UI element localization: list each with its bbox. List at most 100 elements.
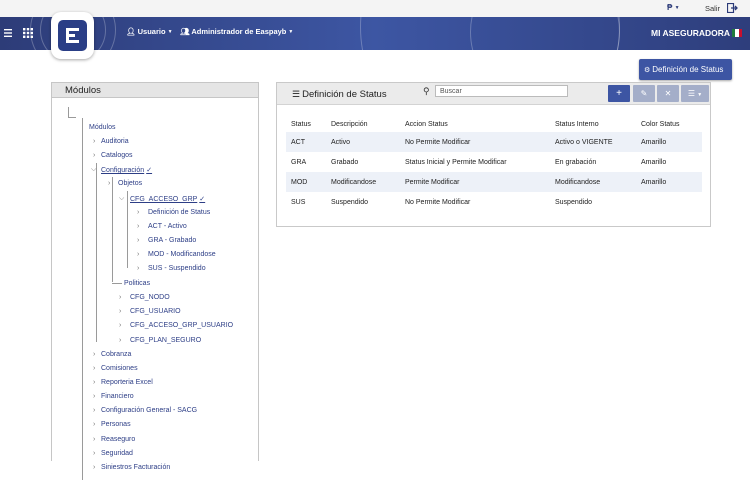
chevron-right-icon[interactable]: › xyxy=(137,265,139,272)
tree-node-personas[interactable]: Personas xyxy=(101,421,131,428)
edit-button[interactable]: ✎ xyxy=(633,85,655,102)
tree-node-financiero[interactable]: Financiero xyxy=(101,393,134,400)
modules-tree-panel: Módulos Módulos › Auditoria › Catalogos … xyxy=(51,82,259,480)
chevron-right-icon[interactable]: › xyxy=(93,436,95,443)
tree-node-modulos-root[interactable]: Módulos xyxy=(89,124,115,131)
tree-node-catalogos[interactable]: Catalogos xyxy=(101,152,133,159)
tree-node-reporteria-excel[interactable]: Reporteria Excel xyxy=(101,379,153,386)
language-label: ₱ xyxy=(667,3,673,12)
search-icon[interactable]: ⚲ xyxy=(423,86,430,97)
table-row[interactable]: GRA Grabado Status Inicial y Permite Mod… xyxy=(286,152,702,172)
tree-node-definicion-status[interactable]: Definición de Status xyxy=(148,209,210,216)
tree-line xyxy=(96,163,97,342)
table-cell: Suspendido xyxy=(555,198,592,206)
search-box: ⚲ xyxy=(420,85,568,99)
definicion-status-button[interactable]: ⚙ Definición de Status xyxy=(639,59,732,80)
status-table: Status Descripción Accion Status Status … xyxy=(286,117,702,212)
apps-grid-icon[interactable] xyxy=(23,28,33,38)
chevron-right-icon[interactable]: › xyxy=(119,337,121,344)
chevron-right-icon[interactable]: › xyxy=(119,322,121,329)
tree-line xyxy=(82,118,83,480)
table-cell: No Permite Modificar xyxy=(405,198,471,206)
chevron-right-icon[interactable]: › xyxy=(137,237,139,244)
tree-node-cobranza[interactable]: Cobranza xyxy=(101,351,131,358)
tree-node-sus-suspendido[interactable]: SUS - Suspendido xyxy=(148,265,206,272)
tree-node-cfg-acceso-grp-usuario[interactable]: CFG_ACCESO_GRP_USUARIO xyxy=(130,322,233,329)
user-menu[interactable]: 👤︎ Usuario ▼ xyxy=(126,27,173,36)
chevron-right-icon[interactable]: › xyxy=(119,308,121,315)
chevron-right-icon[interactable]: › xyxy=(93,421,95,428)
table-cell: Amarillo xyxy=(636,172,702,192)
more-options-button[interactable]: ☰ ▼ xyxy=(681,85,709,102)
tree-node-act-activo[interactable]: ACT - Activo xyxy=(148,223,187,230)
tree-node-cfg-acceso-grp[interactable]: CFG_ACCESO_GRP ✓ xyxy=(130,195,205,203)
salir-link[interactable]: Salir xyxy=(705,4,720,13)
table-cell: Suspendido xyxy=(331,198,368,206)
chevron-right-icon[interactable]: › xyxy=(137,209,139,216)
column-header-descripcion[interactable]: Descripción xyxy=(326,117,400,132)
table-cell: ACT xyxy=(286,132,326,152)
chevron-right-icon[interactable]: › xyxy=(119,294,121,301)
chevron-right-icon[interactable]: › xyxy=(93,393,95,400)
column-header-status[interactable]: Status xyxy=(286,117,326,132)
chevron-right-icon[interactable]: › xyxy=(93,379,95,386)
chevron-right-icon[interactable]: › xyxy=(93,365,95,372)
app-logo[interactable] xyxy=(51,12,94,59)
table-row[interactable]: SUS Suspendido No Permite Modificar Susp… xyxy=(286,192,702,212)
tree-node-siniestros-facturacion[interactable]: Siniestros Facturación xyxy=(101,464,170,471)
tree-node-cfg-plan-seguro[interactable]: CFG_PLAN_SEGURO xyxy=(130,337,201,344)
table-cell: Status Inicial y Permite Modificar xyxy=(405,158,507,166)
admin-menu[interactable]: 👥︎ Administrador de Easpayb ▼ xyxy=(180,27,293,36)
table-cell xyxy=(636,192,702,212)
chevron-right-icon[interactable]: › xyxy=(137,223,139,230)
table-cell: Modificandose xyxy=(326,172,400,192)
chevron-right-icon[interactable]: › xyxy=(108,180,110,187)
table-cell: MOD xyxy=(286,172,326,192)
column-header-accion-status[interactable]: Accion Status xyxy=(400,117,550,132)
admin-menu-label: Administrador de Easpayb xyxy=(191,27,287,36)
pencil-icon: ✎ xyxy=(640,89,648,98)
tree-node-cfg-usuario[interactable]: CFG_USUARIO xyxy=(130,308,181,315)
tree-node-auditoria[interactable]: Auditoria xyxy=(101,138,129,145)
chevron-right-icon[interactable]: › xyxy=(137,251,139,258)
tree-node-reaseguro[interactable]: Reaseguro xyxy=(101,436,135,443)
tree-node-configuracion-general-sacg[interactable]: Configuración General - SACG xyxy=(101,407,197,414)
table-cell: Permite Modificar xyxy=(400,172,550,192)
column-header-status-interno[interactable]: Status Interno xyxy=(550,117,636,132)
chevron-down-icon: ▼ xyxy=(697,92,703,98)
status-panel-title: ☰ Definición de Status xyxy=(292,89,387,100)
tree-node-configuracion[interactable]: Configuración ✓ xyxy=(101,166,152,174)
close-icon: ✕ xyxy=(664,89,672,98)
chevron-right-icon[interactable]: › xyxy=(93,351,95,358)
plus-icon: + xyxy=(616,88,622,99)
add-button[interactable]: + xyxy=(608,85,630,102)
language-selector[interactable]: ₱ ▼ xyxy=(667,3,680,12)
tree-line xyxy=(112,283,122,284)
delete-button[interactable]: ✕ xyxy=(657,85,679,102)
tree-node-objetos[interactable]: Objetos xyxy=(118,180,142,187)
chevron-right-icon[interactable]: › xyxy=(93,464,95,471)
chevron-down-icon[interactable]: ⌵ xyxy=(91,166,96,174)
chevron-down-icon[interactable]: ⌵ xyxy=(119,195,124,203)
mexico-flag-icon[interactable] xyxy=(732,29,742,37)
hamburger-menu-icon[interactable] xyxy=(4,29,12,37)
chevron-right-icon[interactable]: › xyxy=(93,152,95,159)
chevron-right-icon[interactable]: › xyxy=(93,450,95,457)
chevron-right-icon[interactable]: › xyxy=(93,138,95,145)
menu-icon: ☰ xyxy=(687,89,695,98)
tree-node-mod-modificandose[interactable]: MOD - Modificandose xyxy=(148,251,216,258)
chevron-right-icon[interactable]: › xyxy=(93,407,95,414)
tree-node-cfg-nodo[interactable]: CFG_NODO xyxy=(130,294,170,301)
column-header-color-status[interactable]: Color Status xyxy=(636,117,702,132)
table-row[interactable]: ACT Activo No Permite Modificar Activo o… xyxy=(286,132,702,152)
tree-node-gra-grabado[interactable]: GRA - Grabado xyxy=(148,237,196,244)
tree-node-politicas[interactable]: Politicas xyxy=(124,280,150,287)
tree-node-seguridad[interactable]: Seguridad xyxy=(101,450,133,457)
table-row[interactable]: MOD Modificandose Permite Modificar Modi… xyxy=(286,172,702,192)
modules-tree-title: Módulos xyxy=(52,83,258,98)
tree-node-comisiones[interactable]: Comisiones xyxy=(101,365,138,372)
check-icon: ✓ xyxy=(146,167,153,174)
search-input[interactable] xyxy=(435,85,568,97)
logout-icon[interactable] xyxy=(727,3,738,13)
tree-line xyxy=(112,177,113,282)
